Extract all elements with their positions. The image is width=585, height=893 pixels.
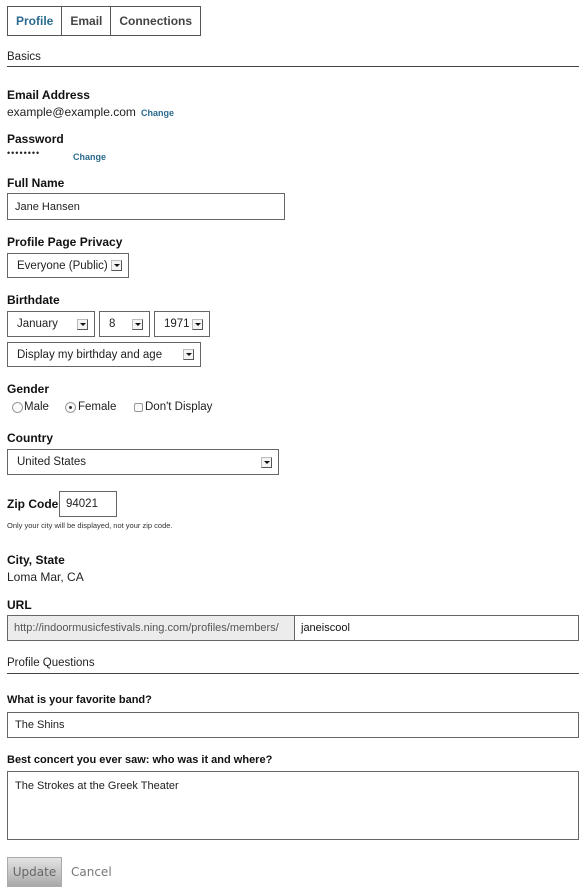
cancel-link[interactable]: Cancel [71,865,112,879]
birth-day-select[interactable]: 8 [99,311,150,337]
birth-year-select[interactable]: 1971 [154,311,210,337]
profile-tabs: Profile Email Connections [7,6,202,36]
gender-female-radio[interactable] [65,402,76,413]
birth-month-select[interactable]: January [7,311,95,337]
gender-label: Gender [7,382,50,396]
birth-day-value: 8 [109,318,116,330]
section-divider [7,673,579,674]
url-prefix: http://indoormusicfestivals.ning.com/pro… [7,615,294,641]
country-label: Country [7,431,53,445]
tab-email[interactable]: Email [62,7,112,35]
change-password-link[interactable]: Change [73,152,106,162]
birthday-display-select[interactable]: Display my birthday and age [7,342,201,367]
best-concert-textarea[interactable]: The Strokes at the Greek Theater [7,771,579,840]
country-select[interactable]: United States [7,449,279,475]
birthdate-label: Birthdate [7,293,60,307]
url-slug-input[interactable]: janeiscool [294,615,579,641]
gender-male-label[interactable]: Male [24,401,49,413]
dropdown-arrow-icon [132,318,143,330]
tab-profile[interactable]: Profile [8,7,63,35]
favorite-band-input[interactable]: The Shins [7,712,579,738]
question-best-concert-label: Best concert you ever saw: who was it an… [7,754,273,766]
dropdown-arrow-icon [77,318,88,330]
gender-male-radio[interactable] [12,402,23,413]
section-title-profile-questions: Profile Questions [7,657,95,669]
privacy-label: Profile Page Privacy [7,235,123,249]
country-selected-value: United States [17,456,87,468]
dropdown-arrow-icon [192,318,203,330]
zip-label: Zip Code [7,497,59,511]
dropdown-arrow-icon [183,349,194,360]
update-button[interactable]: Update [7,857,62,887]
birthday-display-value: Display my birthday and age [17,348,163,361]
url-label: URL [7,598,32,612]
gender-female-label[interactable]: Female [78,401,116,413]
city-state-value: Loma Mar, CA [7,570,84,584]
privacy-select[interactable]: Everyone (Public) [7,253,129,278]
birth-year-value: 1971 [164,318,190,330]
email-label: Email Address [7,88,90,102]
password-value: •••••••• [7,148,41,158]
password-label: Password [7,132,64,146]
dropdown-arrow-icon [111,260,122,271]
question-favorite-band-label: What is your favorite band? [7,694,152,706]
dropdown-arrow-icon [261,456,272,468]
change-email-link[interactable]: Change [141,108,174,118]
city-state-label: City, State [7,553,65,567]
zip-input[interactable]: 94021 [59,491,117,517]
tab-connections[interactable]: Connections [111,7,201,35]
section-divider [7,66,579,67]
gender-dont-display-checkbox[interactable] [134,403,143,412]
email-value: example@example.com [7,105,136,119]
full-name-label: Full Name [7,176,65,190]
zip-hint: Only your city will be displayed, not yo… [7,521,173,530]
full-name-input[interactable]: Jane Hansen [7,193,285,220]
privacy-selected-value: Everyone (Public) [17,259,108,272]
section-title-basics: Basics [7,51,41,63]
birth-month-value: January [17,318,58,330]
gender-dont-display-label[interactable]: Don't Display [145,401,212,413]
